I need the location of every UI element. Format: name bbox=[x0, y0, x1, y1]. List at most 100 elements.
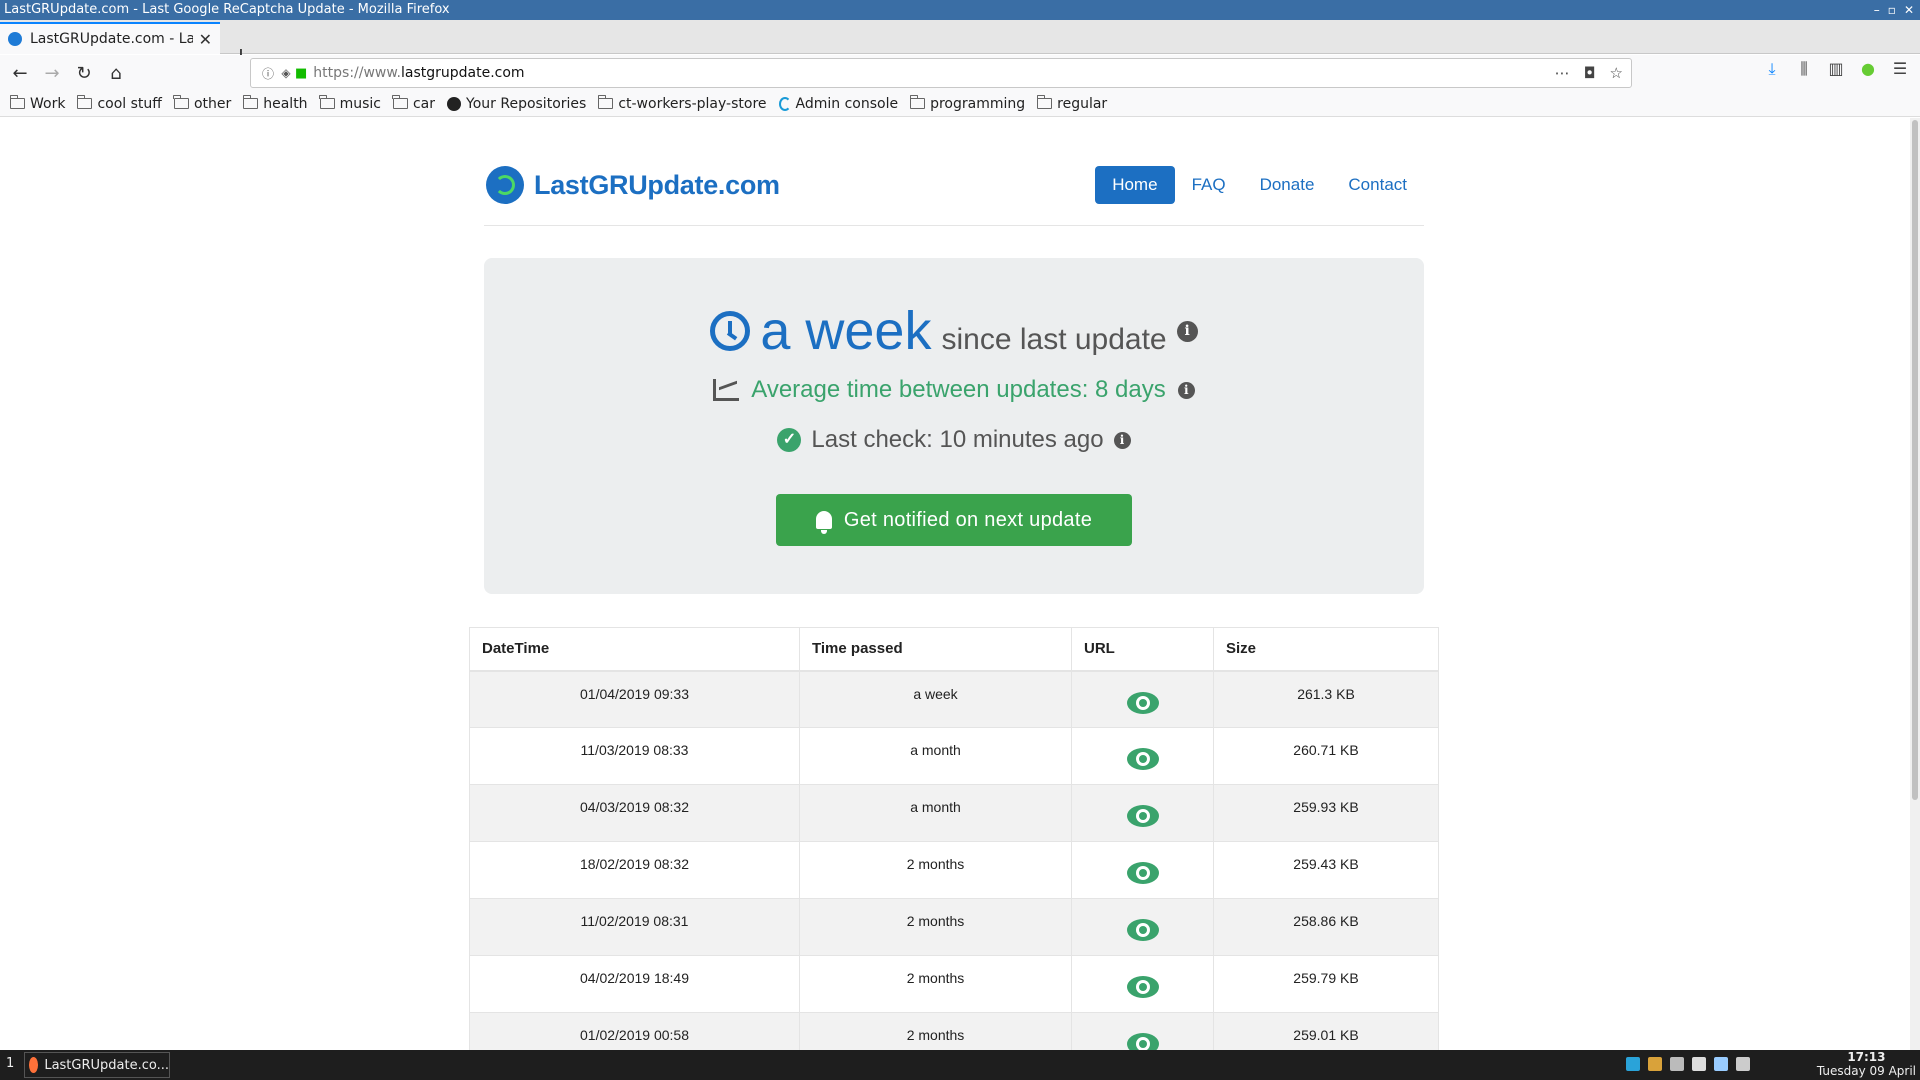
bookmark-regular[interactable]: regular bbox=[1036, 95, 1108, 112]
cell-datetime: 04/03/2019 08:32 bbox=[469, 784, 800, 842]
elapsed-value: a week bbox=[760, 301, 932, 361]
volume-icon[interactable] bbox=[1736, 1057, 1750, 1071]
bookmark-health[interactable]: health bbox=[242, 95, 308, 112]
cell-size: 261.3 KB bbox=[1213, 670, 1439, 728]
url-domain: lastgrupdate.com bbox=[401, 65, 525, 81]
folder-icon bbox=[1036, 95, 1053, 109]
eye-icon[interactable] bbox=[1126, 862, 1159, 884]
admin-console-icon bbox=[778, 96, 791, 111]
bookmark-label: Your Repositories bbox=[466, 95, 587, 112]
cell-size: 259.93 KB bbox=[1213, 784, 1439, 842]
clock-icon bbox=[710, 311, 751, 351]
folder-icon bbox=[597, 95, 614, 109]
home-icon: ⌂ bbox=[110, 62, 122, 84]
info-icon[interactable]: i bbox=[1177, 381, 1195, 399]
address-bar[interactable]: ⓘ ◈ ■ https://www. lastgrupdate.com ⋯ ◘ ☆ bbox=[250, 58, 1632, 88]
page-actions-icon[interactable]: ⋯ bbox=[1555, 64, 1570, 82]
table-row: 01/04/2019 09:33 a week 261.3 KB bbox=[469, 670, 1439, 728]
bookmark-label: car bbox=[412, 95, 436, 112]
bookmark-label: other bbox=[193, 95, 232, 112]
site-nav: Home FAQ Donate Contact bbox=[1095, 166, 1424, 204]
maximize-button[interactable]: ▫ bbox=[1888, 0, 1896, 20]
window-title: LastGRUpdate.com - Last Google ReCaptcha… bbox=[4, 2, 450, 17]
eye-icon[interactable] bbox=[1126, 748, 1159, 770]
page-info-icon[interactable]: ⓘ bbox=[259, 65, 277, 82]
notify-button-label: Get notified on next update bbox=[843, 508, 1093, 531]
scrollbar-thumb[interactable] bbox=[1912, 120, 1918, 800]
library-icon[interactable]: ⫼ bbox=[1794, 59, 1814, 79]
taskbar-clock[interactable]: 17:13 Tuesday 09 April bbox=[1817, 1050, 1916, 1078]
bookmark-programming[interactable]: programming bbox=[909, 95, 1026, 112]
bookmark-label: ct-workers-play-store bbox=[618, 95, 767, 112]
forward-button[interactable]: → bbox=[38, 59, 66, 87]
cell-datetime: 01/02/2019 00:58 bbox=[469, 1012, 800, 1050]
minimize-button[interactable]: – bbox=[1874, 0, 1880, 20]
brand-name: LastGRUpdate.com bbox=[534, 169, 780, 200]
menu-icon[interactable]: ☰ bbox=[1890, 59, 1910, 79]
pocket-icon[interactable]: ◘ bbox=[1584, 64, 1596, 82]
bookmark-cool-stuff[interactable]: cool stuff bbox=[76, 95, 162, 112]
table-row: 18/02/2019 08:32 2 months 259.43 KB bbox=[469, 841, 1439, 899]
notification-icon[interactable] bbox=[1714, 1057, 1728, 1071]
eye-icon[interactable] bbox=[1126, 691, 1159, 714]
bookmark-admin-console[interactable]: Admin console bbox=[778, 95, 899, 112]
site-brand[interactable]: LastGRUpdate.com bbox=[486, 166, 780, 204]
eye-icon[interactable] bbox=[1126, 976, 1159, 998]
nav-home[interactable]: Home bbox=[1095, 166, 1175, 204]
bookmark-your-repositories[interactable]: Your Repositories bbox=[447, 96, 586, 112]
bookmark-ct-workers-play-store[interactable]: ct-workers-play-store bbox=[597, 95, 767, 112]
bookmark-label: Admin console bbox=[795, 95, 899, 112]
tab-title: LastGRUpdate.com - Last bbox=[30, 31, 193, 47]
reload-button[interactable]: ↻ bbox=[70, 59, 98, 87]
bookmark-label: programming bbox=[930, 95, 1026, 112]
bookmarks-toolbar: Work cool stuff other health music car Y… bbox=[0, 91, 1920, 117]
window-title-bar: LastGRUpdate.com - Last Google ReCaptcha… bbox=[0, 0, 1920, 20]
extension-icon[interactable]: ● bbox=[1858, 59, 1878, 79]
bookmark-label: cool stuff bbox=[97, 95, 162, 112]
nav-donate[interactable]: Donate bbox=[1243, 166, 1332, 204]
info-icon[interactable]: i bbox=[1176, 320, 1198, 342]
browser-tab[interactable]: LastGRUpdate.com - Last ✕ bbox=[0, 22, 220, 54]
bookmark-label: regular bbox=[1057, 95, 1108, 112]
updates-table: DateTime Time passed URL Size 01/04/2019… bbox=[469, 627, 1439, 1050]
bookmark-star-icon[interactable]: ☆ bbox=[1610, 64, 1623, 82]
table-row: 11/03/2019 08:33 a month 260.71 KB bbox=[469, 727, 1439, 785]
bookmark-music[interactable]: music bbox=[319, 95, 381, 112]
clipboard-icon[interactable] bbox=[1648, 1057, 1662, 1071]
bookmark-car[interactable]: car bbox=[392, 95, 436, 112]
downloads-icon[interactable]: ⤓ bbox=[1762, 59, 1782, 79]
tracking-shield-icon[interactable]: ◈ bbox=[277, 66, 295, 80]
cell-url bbox=[1071, 898, 1214, 956]
cell-size: 258.86 KB bbox=[1213, 898, 1439, 956]
bookmark-work[interactable]: Work bbox=[9, 95, 65, 112]
home-button[interactable]: ⌂ bbox=[102, 59, 130, 87]
sidebar-icon[interactable]: ▥ bbox=[1826, 59, 1846, 79]
workspace-indicator[interactable]: 1 bbox=[6, 1056, 14, 1071]
average-line: Average time between updates: 8 days i bbox=[484, 376, 1424, 404]
table-row: 01/02/2019 00:58 2 months 259.01 KB bbox=[469, 1012, 1439, 1050]
telegram-icon[interactable] bbox=[1626, 1057, 1640, 1071]
network-icon[interactable] bbox=[1692, 1057, 1706, 1071]
taskbar-firefox-task[interactable]: LastGRUpdate.co... bbox=[24, 1052, 170, 1078]
cell-size: 259.43 KB bbox=[1213, 841, 1439, 899]
eye-icon[interactable] bbox=[1126, 1033, 1159, 1050]
page-scrollbar[interactable] bbox=[1910, 118, 1920, 1050]
updates-table-wrapper: DateTime Time passed URL Size 01/04/2019… bbox=[469, 627, 1439, 1050]
cell-datetime: 18/02/2019 08:32 bbox=[469, 841, 800, 899]
check-circle-icon: ✓ bbox=[777, 428, 802, 452]
close-tab-icon[interactable]: ✕ bbox=[199, 30, 212, 49]
eye-icon[interactable] bbox=[1126, 805, 1159, 827]
files-icon[interactable] bbox=[1670, 1057, 1684, 1071]
nav-faq[interactable]: FAQ bbox=[1175, 166, 1243, 204]
back-button[interactable]: ← bbox=[6, 59, 34, 87]
secure-lock-icon[interactable]: ■ bbox=[295, 66, 307, 81]
notify-button[interactable]: Get notified on next update bbox=[776, 494, 1132, 546]
last-check-line: ✓ Last check: 10 minutes ago i bbox=[484, 426, 1424, 454]
close-window-button[interactable]: ✕ bbox=[1904, 0, 1914, 20]
bookmark-other[interactable]: other bbox=[173, 95, 232, 112]
nav-contact[interactable]: Contact bbox=[1331, 166, 1424, 204]
eye-icon[interactable] bbox=[1126, 919, 1159, 941]
info-icon[interactable]: i bbox=[1113, 431, 1131, 449]
bookmark-label: music bbox=[339, 95, 381, 112]
firefox-icon bbox=[29, 1057, 39, 1073]
